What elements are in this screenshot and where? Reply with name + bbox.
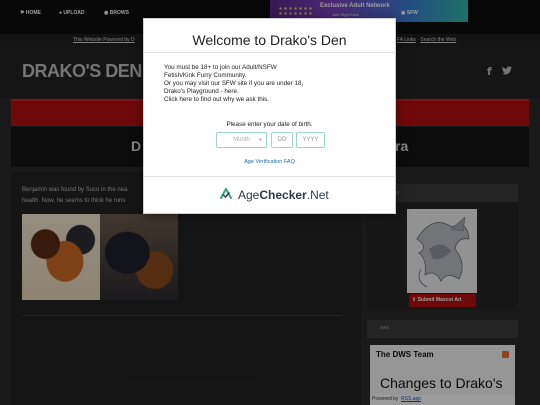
brand-part: Age [238,188,260,202]
modal-line: Fetish/Kink Furry Community. [164,72,247,79]
modal-body: You must be 18+ to join our Adult/NSFW F… [164,64,364,104]
modal-divider [143,52,396,53]
dob-prompt: Please enter your date of birth. [226,121,313,128]
brand-part-bold: Checker [259,188,307,202]
modal-line: Or you may visit our SFW site if you are… [164,80,304,87]
year-placeholder: YYYY [302,137,319,143]
why-we-ask-link[interactable]: Click here to find out why we ask this. [164,96,364,104]
agechecker-logo-icon [219,187,233,201]
modal-footer-divider [143,176,396,177]
agechecker-brand: AgeChecker.Net [238,188,329,202]
day-input[interactable]: DD [271,132,293,148]
modal-title: Welcome to Drako's Den [192,32,347,48]
sfw-site-link[interactable]: Drako's Playground - here. [164,88,364,96]
modal-line: You must be 18+ to join our Adult/NSFW [164,64,277,71]
chevron-down-icon: ▾ [259,137,262,143]
year-input[interactable]: YYYY [296,132,325,148]
age-verification-faq-link[interactable]: Age Verification FAQ [143,159,396,165]
day-placeholder: DD [277,137,287,143]
brand-suffix: .Net [306,188,329,202]
